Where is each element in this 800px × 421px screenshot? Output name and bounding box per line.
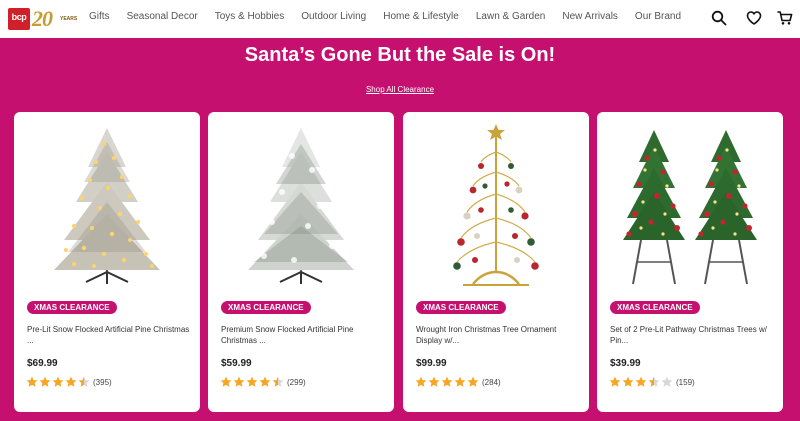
nav-seasonal-decor[interactable]: Seasonal Decor bbox=[127, 11, 198, 22]
star-icon bbox=[441, 376, 453, 387]
star-icon bbox=[39, 376, 51, 387]
star-icon bbox=[415, 376, 427, 387]
nav-lawn-garden[interactable]: Lawn & Garden bbox=[476, 11, 546, 22]
xmas-clearance-badge: XMAS CLEARANCE bbox=[610, 301, 700, 314]
nav-outdoor-living[interactable]: Outdoor Living bbox=[301, 11, 366, 22]
product-price: $99.99 bbox=[416, 358, 447, 369]
product-image-pathway-trees-pair[interactable] bbox=[617, 122, 763, 292]
star-icon bbox=[259, 376, 271, 387]
star-icon bbox=[78, 376, 90, 387]
product-price: $59.99 bbox=[221, 358, 252, 369]
star-icon bbox=[609, 376, 621, 387]
star-rating: (284) bbox=[415, 376, 501, 388]
site-header: bcp 20 YEARS Gifts Seasonal Decor Toys &… bbox=[0, 0, 800, 38]
nav-toys-hobbies[interactable]: Toys & Hobbies bbox=[215, 11, 284, 22]
star-icon bbox=[246, 376, 258, 387]
shop-all-clearance-wrap: Shop All Clearance bbox=[0, 79, 800, 97]
star-rating: (395) bbox=[26, 376, 112, 388]
nav-new-arrivals[interactable]: New Arrivals bbox=[562, 11, 618, 22]
product-card[interactable]: XMAS CLEARANCE Pre-Lit Snow Flocked Arti… bbox=[14, 112, 200, 412]
product-title[interactable]: Pre-Lit Snow Flocked Artificial Pine Chr… bbox=[27, 324, 191, 346]
heart-icon[interactable] bbox=[746, 10, 762, 26]
review-count: (299) bbox=[287, 377, 306, 387]
star-icon bbox=[467, 376, 479, 387]
logo-text: bcp bbox=[11, 12, 27, 22]
star-icon bbox=[622, 376, 634, 387]
nav-home-lifestyle[interactable]: Home & Lifestyle bbox=[383, 11, 459, 22]
cart-icon[interactable] bbox=[777, 10, 793, 26]
main-nav: Gifts Seasonal Decor Toys & Hobbies Outd… bbox=[89, 11, 698, 22]
star-icon bbox=[52, 376, 64, 387]
xmas-clearance-badge: XMAS CLEARANCE bbox=[221, 301, 311, 314]
product-price: $39.99 bbox=[610, 358, 641, 369]
star-rating: (159) bbox=[609, 376, 695, 388]
xmas-clearance-badge: XMAS CLEARANCE bbox=[416, 301, 506, 314]
shop-all-clearance-link[interactable]: Shop All Clearance bbox=[366, 85, 434, 94]
search-icon[interactable] bbox=[711, 10, 727, 26]
nav-our-brand[interactable]: Our Brand bbox=[635, 11, 681, 22]
nav-gifts[interactable]: Gifts bbox=[89, 11, 110, 22]
product-image-ornament-display-tree[interactable] bbox=[423, 122, 569, 292]
star-icon bbox=[26, 376, 38, 387]
xmas-clearance-badge: XMAS CLEARANCE bbox=[27, 301, 117, 314]
star-icon bbox=[648, 376, 660, 387]
star-icon bbox=[661, 376, 673, 387]
star-rating: (299) bbox=[220, 376, 306, 388]
product-card[interactable]: XMAS CLEARANCE Premium Snow Flocked Arti… bbox=[208, 112, 394, 412]
product-title[interactable]: Wrought Iron Christmas Tree Ornament Dis… bbox=[416, 324, 580, 346]
product-title[interactable]: Set of 2 Pre-Lit Pathway Christmas Trees… bbox=[610, 324, 774, 346]
logo-years: YEARS bbox=[60, 16, 78, 22]
star-icon bbox=[454, 376, 466, 387]
product-image-flocked-prelit-tree[interactable] bbox=[34, 122, 180, 292]
product-title[interactable]: Premium Snow Flocked Artificial Pine Chr… bbox=[221, 324, 385, 346]
star-icon bbox=[220, 376, 232, 387]
product-card[interactable]: XMAS CLEARANCE Wrought Iron Christmas Tr… bbox=[403, 112, 589, 412]
star-icon bbox=[233, 376, 245, 387]
star-icon bbox=[428, 376, 440, 387]
review-count: (395) bbox=[93, 377, 112, 387]
product-price: $69.99 bbox=[27, 358, 58, 369]
bcp-logo[interactable]: bcp 20 YEARS bbox=[8, 6, 78, 31]
star-icon bbox=[65, 376, 77, 387]
product-image-flocked-tree[interactable] bbox=[228, 122, 374, 292]
product-card[interactable]: XMAS CLEARANCE Set of 2 Pre-Lit Pathway … bbox=[597, 112, 783, 412]
star-icon bbox=[272, 376, 284, 387]
review-count: (284) bbox=[482, 377, 501, 387]
logo-anniversary: 20 bbox=[32, 6, 53, 31]
star-icon bbox=[635, 376, 647, 387]
review-count: (159) bbox=[676, 377, 695, 387]
banner-title: Santa’s Gone But the Sale is On! bbox=[244, 44, 556, 66]
